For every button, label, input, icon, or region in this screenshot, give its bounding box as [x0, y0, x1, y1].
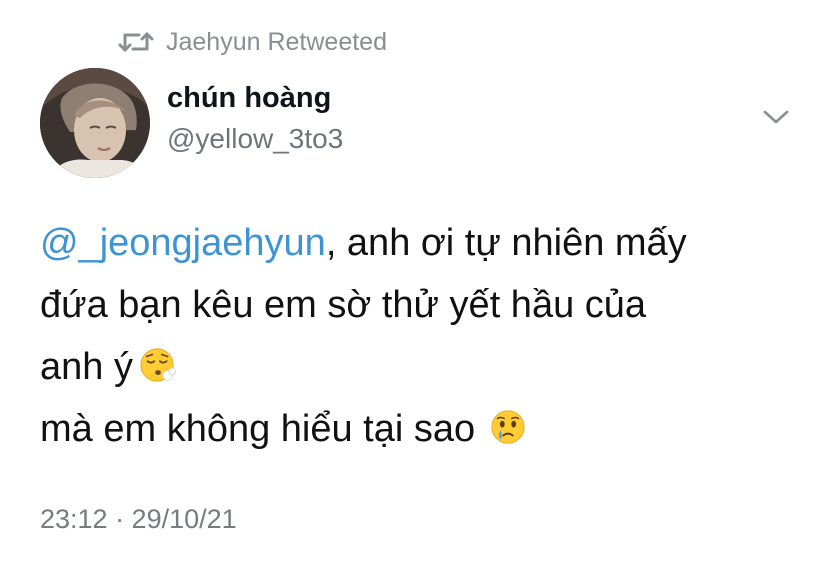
mention-link[interactable]: @_jeongjaehyun [40, 222, 326, 264]
tweet-line-3-text: anh ý [40, 346, 133, 388]
tweet-timestamp[interactable]: 23:12 · 29/10/21 [40, 504, 237, 535]
avatar-image [40, 68, 150, 178]
avatar[interactable] [40, 68, 150, 178]
retweet-icon [118, 32, 154, 52]
tweet-line-1: @_jeongjaehyun, anh ơi tự nhiên mấy [40, 212, 800, 274]
retweet-header[interactable]: Jaehyun Retweeted [118, 26, 387, 58]
face-holding-back-tears-emoji [491, 410, 525, 444]
tweet-line-4-text: mà em không hiểu tại sao [40, 408, 476, 450]
author-handle[interactable]: @yellow_3to3 [167, 123, 343, 155]
face-exhaling-emoji [140, 348, 177, 382]
tweet-line-4: mà em không hiểu tại sao [40, 398, 800, 460]
tweet-line-2: đứa bạn kêu em sờ thử yết hầu của [40, 284, 647, 326]
author-display-name[interactable]: chún hoàng [167, 82, 331, 115]
chevron-down-icon[interactable] [762, 108, 790, 126]
retweet-label: Jaehyun Retweeted [166, 27, 387, 56]
tweet-text: @_jeongjaehyun, anh ơi tự nhiên mấy đứa … [40, 212, 800, 460]
tweet-line-3: anh ý [40, 336, 800, 398]
tweet-line-1-text: , anh ơi tự nhiên mấy [325, 222, 687, 264]
